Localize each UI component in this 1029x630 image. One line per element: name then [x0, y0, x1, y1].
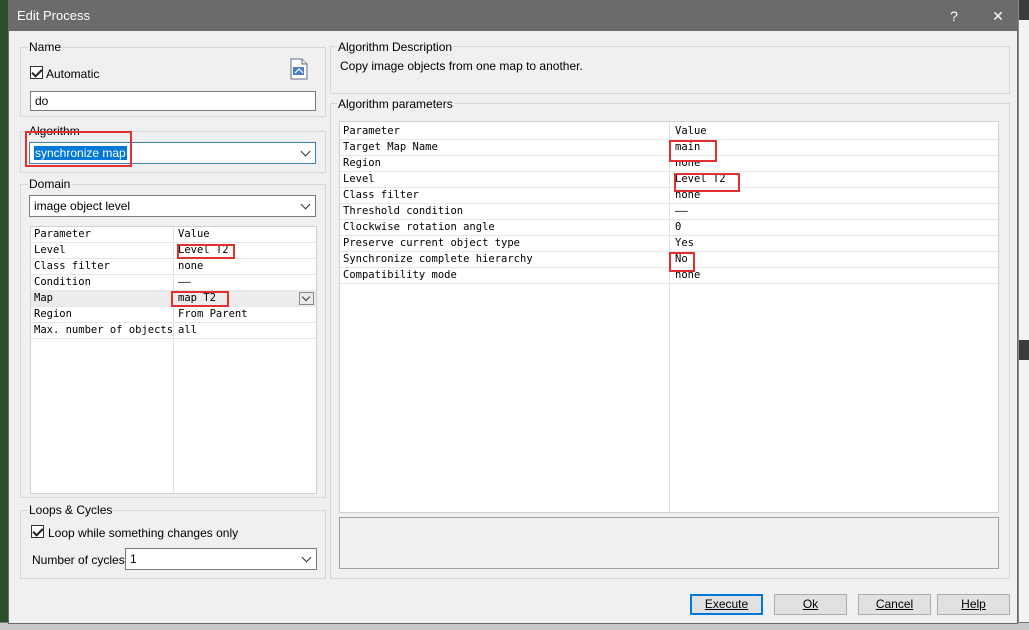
table-row[interactable]: Level Level T2 [31, 243, 316, 259]
background-app-right [1018, 0, 1029, 630]
chevron-down-icon [301, 552, 312, 563]
table-row[interactable]: Class filter none [340, 188, 998, 204]
domain-header-parameter: Parameter [34, 228, 91, 240]
name-group-label: Name [28, 40, 63, 54]
dialog-title: Edit Process [17, 8, 90, 23]
table-row[interactable]: Class filter none [31, 259, 316, 275]
table-row[interactable]: Level Level T2 [340, 172, 998, 188]
ok-button[interactable]: Ok [774, 594, 847, 615]
table-row[interactable]: Synchronize complete hierarchy No [340, 252, 998, 268]
domain-selected-value: image object level [34, 199, 131, 213]
automatic-checkbox[interactable] [30, 66, 43, 79]
loop-checkbox[interactable] [31, 525, 44, 538]
execute-button[interactable]: Execute [690, 594, 763, 615]
algorithm-parameter-grid: Parameter Value Target Map Name main Reg… [339, 121, 999, 513]
close-icon[interactable]: ✕ [983, 5, 1013, 27]
table-row[interactable]: Threshold condition —— [340, 204, 998, 220]
help-button[interactable]: Help [937, 594, 1010, 615]
number-of-cycles-select[interactable]: 1 [125, 548, 317, 570]
domain-group-label: Domain [28, 177, 72, 191]
params-header-parameter: Parameter [343, 125, 400, 137]
name-input[interactable]: do [30, 91, 316, 111]
domain-grid-header: Parameter Value [31, 227, 316, 243]
algorithm-parameters-label: Algorithm parameters [337, 97, 454, 111]
map-dropdown-button[interactable] [299, 292, 314, 305]
algorithm-description-text: Copy image objects from one map to anoth… [340, 59, 583, 73]
table-row[interactable]: Map map T2 [31, 291, 316, 307]
table-row[interactable]: Target Map Name main [340, 140, 998, 156]
domain-select[interactable]: image object level [29, 195, 316, 217]
parameter-help-panel [339, 517, 999, 569]
automatic-label: Automatic [46, 67, 100, 81]
algorithm-select[interactable]: synchronize map [29, 142, 316, 164]
cycles-selected-value: 1 [130, 552, 137, 566]
table-row[interactable]: Region From Parent [31, 307, 316, 323]
table-row[interactable]: Clockwise rotation angle 0 [340, 220, 998, 236]
domain-parameter-grid: Parameter Value Level Level T2 Class fil… [30, 226, 317, 494]
params-grid-header: Parameter Value [340, 124, 998, 140]
cancel-button[interactable]: Cancel [858, 594, 931, 615]
domain-header-value: Value [178, 228, 210, 240]
params-header-value: Value [675, 125, 707, 137]
chevron-down-icon [300, 199, 311, 210]
edit-name-icon[interactable] [288, 57, 310, 84]
algorithm-group-label: Algorithm [28, 124, 81, 138]
table-row[interactable]: Preserve current object type Yes [340, 236, 998, 252]
algorithm-description-label: Algorithm Description [337, 40, 454, 54]
title-bar: Edit Process ? ✕ [9, 1, 1017, 31]
table-row[interactable]: Region none [340, 156, 998, 172]
table-row[interactable]: Condition —— [31, 275, 316, 291]
number-of-cycles-label: Number of cycles [32, 553, 125, 567]
loops-cycles-group-label: Loops & Cycles [28, 503, 114, 517]
loop-label: Loop while something changes only [48, 526, 239, 540]
table-row[interactable]: Max. number of objects all [31, 323, 316, 339]
chevron-down-icon [301, 292, 311, 302]
chevron-down-icon [300, 146, 311, 157]
edit-process-dialog: Edit Process ? ✕ Name Automatic do Algor… [8, 0, 1018, 624]
table-row[interactable]: Compatibility mode none [340, 268, 998, 284]
algorithm-selected-value: synchronize map [34, 146, 127, 160]
help-icon[interactable]: ? [939, 5, 969, 27]
